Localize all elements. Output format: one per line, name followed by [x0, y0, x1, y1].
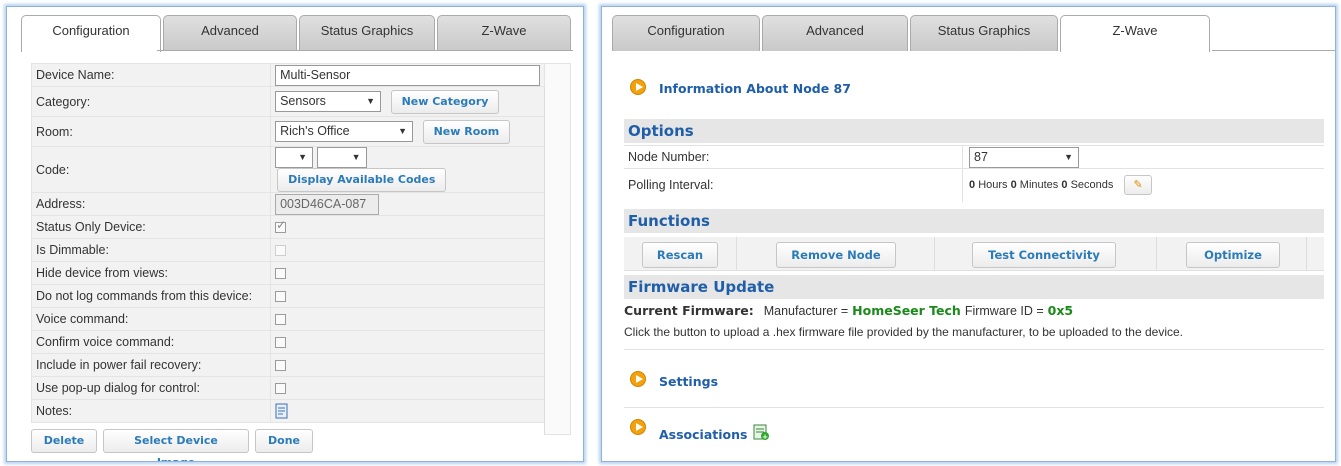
tab-status-graphics[interactable]: Status Graphics [299, 15, 435, 51]
z-wave-panel: Configuration Advanced Status Graphics Z… [601, 6, 1336, 462]
node-number-row: Node Number: 87 ▼ [624, 145, 1324, 168]
confirm-voice-label: Confirm voice command: [30, 330, 272, 354]
done-button[interactable]: Done [255, 429, 313, 453]
settings-section-toggle[interactable]: Settings [624, 369, 1324, 393]
new-room-button[interactable]: New Room [422, 119, 511, 144]
device-config-panel: Configuration Advanced Status Graphics Z… [6, 6, 584, 462]
code-house-select[interactable]: ▼ [275, 147, 314, 168]
chevron-down-icon: ▼ [398, 126, 408, 136]
new-category-button[interactable]: New Category [390, 89, 500, 114]
display-codes-button[interactable]: Display Available Codes [277, 168, 447, 192]
functions-header: Functions [624, 209, 1324, 233]
info-section-title: Information About Node 87 [659, 81, 851, 96]
remove-node-button[interactable]: Remove Node [776, 242, 896, 268]
popup-label: Use pop-up dialog for control: [30, 376, 272, 400]
edit-polling-button[interactable]: ✎ [1124, 175, 1152, 195]
status-only-label: Status Only Device: [30, 215, 272, 239]
tab-configuration[interactable]: Configuration [21, 15, 161, 52]
expand-arrow-icon [630, 79, 646, 95]
code-unit-select[interactable]: ▼ [316, 147, 367, 168]
associations-edit-icon[interactable]: + [752, 423, 770, 444]
options-header: Options [624, 119, 1324, 143]
code-label: Code: [30, 146, 272, 193]
delete-button[interactable]: Delete [31, 429, 97, 453]
tab-divider [157, 50, 573, 51]
rescan-button[interactable]: Rescan [642, 242, 718, 268]
chevron-down-icon: ▼ [351, 152, 361, 162]
notes-label: Notes: [30, 399, 272, 423]
hide-views-label: Hide device from views: [30, 261, 272, 285]
tab-divider [1212, 50, 1335, 51]
manufacturer-prefix: Manufacturer = [763, 304, 849, 318]
notes-icon[interactable] [275, 403, 289, 419]
room-select[interactable]: Rich's Office ▼ [275, 121, 414, 142]
tab-z-wave[interactable]: Z-Wave [437, 15, 571, 51]
no-log-label: Do not log commands from this device: [30, 284, 272, 308]
is-dimmable-checkbox[interactable] [275, 245, 287, 257]
address-field: 003D46CA-087 [275, 193, 380, 215]
tab-advanced[interactable]: Advanced [762, 15, 908, 51]
chevron-down-icon: ▼ [366, 96, 376, 106]
expand-arrow-icon [630, 419, 646, 435]
manufacturer-value: HomeSeer Tech [852, 303, 961, 318]
hide-views-checkbox[interactable] [275, 268, 287, 280]
info-section-toggle[interactable]: Information About Node 87 [624, 77, 1324, 101]
polling-interval-value: 0 Hours 0 Minutes 0 Seconds ✎ [962, 169, 1152, 202]
pencil-icon: ✎ [1133, 178, 1143, 191]
settings-section-title: Settings [659, 374, 719, 389]
tab-status-graphics[interactable]: Status Graphics [910, 15, 1058, 51]
device-name-cell: Multi-Sensor [270, 63, 546, 87]
firmware-header: Firmware Update [624, 275, 1324, 299]
address-label: Address: [30, 192, 272, 216]
category-select[interactable]: Sensors ▼ [275, 91, 382, 112]
firmware-upload-text: Click the button to upload a .hex firmwa… [624, 325, 1184, 339]
functions-row: Rescan Remove Node Test Connectivity Opt… [624, 237, 1324, 271]
chevron-down-icon: ▼ [1064, 152, 1073, 162]
power-fail-label: Include in power fail recovery: [30, 353, 272, 377]
voice-command-label: Voice command: [30, 307, 272, 331]
associations-section-toggle[interactable]: Associations + [624, 417, 1324, 447]
popup-checkbox[interactable] [275, 383, 287, 395]
tab-advanced[interactable]: Advanced [163, 15, 297, 51]
scroll-gutter [544, 63, 571, 435]
room-label: Room: [30, 116, 272, 147]
firmware-id-value: 0x5 [1047, 303, 1074, 318]
device-name-input[interactable]: Multi-Sensor [275, 64, 541, 86]
no-log-checkbox[interactable] [275, 291, 287, 303]
power-fail-checkbox[interactable] [275, 360, 287, 372]
test-connectivity-button[interactable]: Test Connectivity [972, 242, 1116, 268]
confirm-voice-checkbox[interactable] [275, 337, 287, 349]
optimize-button[interactable]: Optimize [1186, 242, 1280, 268]
select-device-image-button[interactable]: Select Device Image [103, 429, 249, 461]
current-firmware-line: Current Firmware: Manufacturer = HomeSee… [624, 303, 1073, 318]
expand-arrow-icon [630, 371, 646, 387]
associations-section-title: Associations [659, 427, 748, 442]
category-label: Category: [30, 86, 272, 117]
svg-text:+: + [762, 433, 768, 441]
tab-configuration[interactable]: Configuration [612, 15, 760, 51]
tab-z-wave[interactable]: Z-Wave [1060, 15, 1210, 52]
status-only-checkbox[interactable] [275, 218, 286, 234]
chevron-down-icon: ▼ [298, 152, 308, 162]
device-properties-table: Device Name: Multi-Sensor Category: Sens… [30, 63, 571, 435]
node-number-label: Node Number: [628, 150, 710, 164]
device-name-label: Device Name: [30, 63, 272, 87]
polling-interval-row: Polling Interval: 0 Hours 0 Minutes 0 Se… [624, 168, 1324, 202]
polling-interval-label: Polling Interval: [628, 178, 714, 192]
firmware-id-prefix: Firmware ID = [964, 304, 1044, 318]
current-firmware-label: Current Firmware: [624, 303, 754, 318]
is-dimmable-label: Is Dimmable: [30, 238, 272, 262]
node-number-select[interactable]: 87 ▼ [969, 147, 1079, 168]
voice-command-checkbox[interactable] [275, 314, 287, 326]
